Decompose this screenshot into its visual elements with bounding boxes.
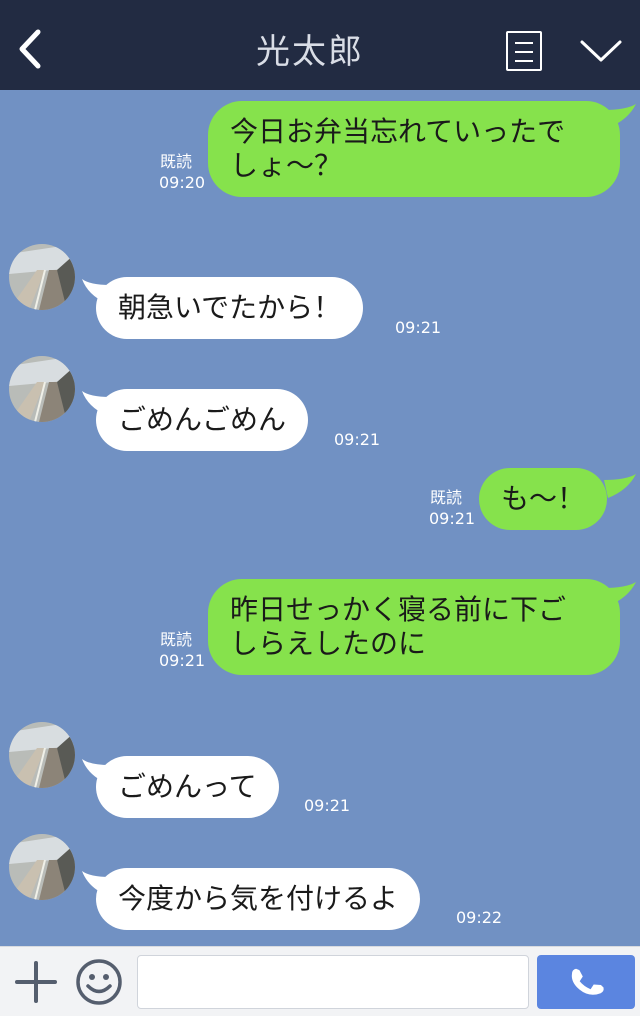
avatar[interactable] [9, 244, 75, 310]
menu-icon-line [515, 60, 533, 62]
collapse-button[interactable] [578, 34, 624, 68]
message-sent: も〜！ 既読 09:21 [0, 460, 640, 560]
message-received: ごめんごめん 09:21 [0, 352, 640, 452]
message-bubble[interactable]: ごめんって [96, 756, 279, 818]
message-time: 09:21 [304, 796, 351, 815]
chevron-down-icon [580, 40, 622, 62]
message-time: 09:21 [159, 651, 206, 670]
plus-icon [15, 961, 57, 1003]
message-sent: 今日お弁当忘れていったで しょ〜？ 既読 09:20 [0, 90, 640, 200]
read-receipt: 既読 [430, 488, 463, 507]
message-time: 09:20 [159, 173, 206, 192]
message-input[interactable] [137, 955, 529, 1009]
message-sent: 昨日せっかく寝る前に下ご しらえしたのに 既読 09:21 [0, 568, 640, 688]
smiley-icon [76, 959, 122, 1005]
station-photo-avatar [9, 722, 75, 788]
message-time: 09:21 [429, 509, 476, 528]
attach-button[interactable] [14, 960, 58, 1004]
message-bubble[interactable]: 朝急いでたから！ [96, 277, 364, 339]
message-received: ごめんって 09:21 [0, 720, 640, 820]
message-bubble[interactable]: 今日お弁当忘れていったで しょ〜？ [208, 101, 620, 197]
station-photo-avatar [9, 356, 75, 422]
message-bubble[interactable]: ごめんごめん [96, 389, 309, 451]
menu-icon-line [515, 51, 533, 53]
message-bubble[interactable]: 今度から気を付けるよ [96, 868, 421, 930]
read-receipt: 既読 [160, 630, 193, 649]
phone-icon [571, 968, 604, 995]
bubble-tail [604, 474, 636, 498]
chat-header: 光太郎 [0, 0, 640, 90]
avatar[interactable] [9, 834, 75, 900]
emoji-button[interactable] [74, 957, 124, 1007]
message-time: 09:21 [395, 318, 442, 337]
avatar[interactable] [9, 356, 75, 422]
call-button[interactable] [537, 955, 635, 1009]
read-receipt: 既読 [160, 152, 193, 171]
message-time: 09:21 [334, 430, 381, 449]
message-list[interactable]: 今日お弁当忘れていったで しょ〜？ 既読 09:20 朝急いでたから！ 09:2… [0, 90, 640, 946]
station-photo-avatar [9, 244, 75, 310]
message-bubble[interactable]: 昨日せっかく寝る前に下ご しらえしたのに [208, 579, 620, 675]
message-bubble[interactable]: も〜！ [479, 468, 608, 530]
menu-button[interactable] [506, 31, 542, 71]
station-photo-avatar [9, 834, 75, 900]
message-time: 09:22 [456, 908, 503, 927]
message-received: 朝急いでたから！ 09:21 [0, 240, 640, 340]
message-received: 今度から気を付けるよ 09:22 [0, 832, 640, 932]
message-input-bar [0, 946, 640, 1016]
menu-icon [515, 42, 533, 44]
avatar[interactable] [9, 722, 75, 788]
